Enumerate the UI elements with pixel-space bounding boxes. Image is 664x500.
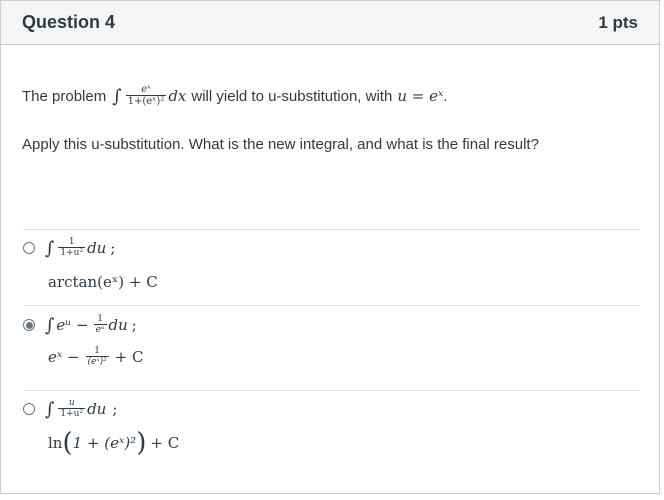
answer-2-result-frac-num: 1	[94, 346, 100, 356]
answer-3-du: du	[87, 400, 107, 418]
answer-1-frac-den: 1+u²	[58, 247, 86, 258]
answer-1-frac-num: 1	[68, 237, 75, 247]
prompt-frac-num: eˣ	[141, 84, 151, 95]
answer-1-fraction: 1 1+u²	[58, 237, 86, 259]
answer-divider	[23, 229, 640, 230]
answer-2-frac-num: 1	[97, 314, 103, 324]
integral-sign: ∫	[112, 85, 122, 107]
left-paren: (	[62, 428, 73, 458]
answer-3-result-inner: 1 + (eˣ)²	[72, 434, 137, 452]
prompt-text-end: .	[443, 87, 448, 105]
prompt-fraction: eˣ 1+(eˣ)²	[125, 84, 167, 107]
answer-2-result-post: + C	[114, 348, 144, 366]
answer-option-1[interactable]: ∫ 1 1+u² du ; arctan(eˣ) + C	[23, 237, 640, 291]
answer-2-result-frac-den: (eˣ)²	[85, 356, 109, 367]
answer-3-sep: ;	[112, 400, 118, 418]
integral-sign: ∫	[45, 398, 55, 420]
radio-button-2-selected[interactable]	[23, 319, 35, 331]
prompt-text-middle: will yield to u-substitution, with	[191, 87, 393, 105]
answer-option-2[interactable]: ∫ eᵘ − 1 eᵘ du ; eˣ − 1 (eˣ)² + C	[23, 314, 640, 368]
question-prompt-line2: Apply this u-substitution. What is the n…	[22, 136, 539, 153]
answer-3-result-pre: ln	[48, 434, 63, 452]
prompt-u-equation: u = eˣ	[397, 87, 444, 105]
question-prompt: The problem ∫ eˣ 1+(eˣ)² dx will yield t…	[22, 84, 448, 108]
answer-3-frac-num: u	[68, 398, 75, 408]
answer-2-fraction: 1 eᵘ	[93, 314, 107, 336]
prompt-dx: dx	[168, 87, 187, 105]
answer-3-frac-den: 1+u²	[58, 408, 86, 419]
answer-2-du: du	[108, 316, 128, 334]
question-card: Question 4 1 pts The problem ∫ eˣ 1+(eˣ)…	[0, 0, 660, 494]
answer-2-result-pre: eˣ −	[48, 348, 80, 366]
prompt-frac-den: 1+(eˣ)²	[125, 95, 167, 107]
answer-3-result: ln ( 1 + (eˣ)² ) + C	[48, 430, 640, 456]
prompt-line2-text: Apply this u-substitution. What is the n…	[22, 136, 539, 153]
answer-option-1-integral: ∫ 1 1+u² du ;	[23, 237, 640, 259]
radio-button-3[interactable]	[23, 403, 35, 415]
integral-sign: ∫	[45, 237, 55, 259]
answer-3-result-post: + C	[150, 434, 180, 452]
answer-2-result-fraction: 1 (eˣ)²	[85, 346, 109, 368]
question-points: 1 pts	[598, 12, 638, 32]
answer-2-result: eˣ − 1 (eˣ)² + C	[48, 346, 640, 368]
answer-2-sep: ;	[131, 316, 137, 334]
prompt-text-before: The problem	[22, 87, 107, 105]
answer-divider	[23, 305, 640, 306]
right-paren: )	[136, 428, 147, 458]
question-title: Question 4	[22, 12, 116, 32]
answer-1-sep: ;	[110, 239, 116, 257]
integral-sign: ∫	[45, 314, 55, 336]
answer-2-pre: eᵘ −	[56, 316, 89, 334]
answer-option-2-integral: ∫ eᵘ − 1 eᵘ du ;	[23, 314, 640, 336]
answer-option-3-integral: ∫ u 1+u² du ;	[23, 398, 640, 420]
answer-1-du: du	[87, 239, 107, 257]
answer-2-frac-den: eᵘ	[93, 324, 107, 335]
answer-option-3[interactable]: ∫ u 1+u² du ; ln ( 1 + (eˣ)² ) + C	[23, 398, 640, 456]
radio-button-1[interactable]	[23, 242, 35, 254]
answer-divider	[23, 390, 640, 391]
answer-1-result: arctan(eˣ) + C	[48, 273, 158, 291]
question-header: Question 4 1 pts	[1, 1, 659, 45]
answer-3-fraction: u 1+u²	[58, 398, 86, 420]
